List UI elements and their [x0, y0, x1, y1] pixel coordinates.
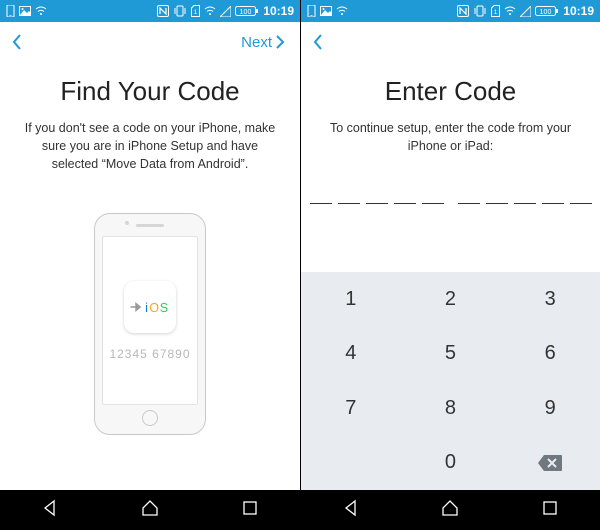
key-9[interactable]: 9: [500, 381, 600, 436]
key-6[interactable]: 6: [500, 327, 600, 382]
chevron-left-icon: [311, 33, 325, 51]
svg-text:1: 1: [494, 10, 498, 16]
app-header: [301, 22, 600, 62]
phone-home-button: [142, 410, 158, 426]
ios-badge: i O S: [124, 281, 176, 333]
nav-recent-button[interactable]: [241, 499, 259, 522]
page-title: Enter Code: [385, 76, 517, 107]
nav-recent-button[interactable]: [541, 499, 559, 522]
wifi-icon: [504, 6, 516, 16]
status-time: 10:19: [263, 4, 294, 18]
app-header: Next: [0, 22, 300, 62]
nfc-icon: [157, 5, 169, 17]
sim-icon: 1: [491, 5, 500, 17]
wifi-icon: [204, 6, 216, 16]
vibrate-icon: [473, 5, 487, 17]
phone-screen: i O S 12345 67890: [102, 236, 198, 405]
sim-icon: 1: [191, 5, 200, 17]
nav-back-button[interactable]: [41, 499, 59, 522]
backspace-icon: [537, 454, 563, 472]
code-digit: [338, 203, 360, 204]
key-empty: [301, 436, 401, 491]
phone-illustration: i O S 12345 67890: [94, 213, 206, 435]
back-button[interactable]: [311, 33, 325, 51]
home-outline-icon: [141, 499, 159, 517]
key-3[interactable]: 3: [500, 272, 600, 327]
code-digit: [514, 203, 536, 204]
key-8[interactable]: 8: [401, 381, 501, 436]
triangle-back-icon: [41, 499, 59, 517]
svg-text:O: O: [149, 301, 159, 315]
page-title: Find Your Code: [60, 76, 239, 107]
status-bar: 1 100 10:19: [0, 0, 300, 22]
example-code: 12345 67890: [109, 347, 190, 361]
key-1[interactable]: 1: [301, 272, 401, 327]
chevron-left-icon: [10, 33, 24, 51]
svg-text:1: 1: [194, 10, 198, 16]
content-area: Enter Code To continue setup, enter the …: [301, 62, 600, 272]
key-2[interactable]: 2: [401, 272, 501, 327]
square-recent-icon: [541, 499, 559, 517]
next-label: Next: [241, 34, 272, 51]
android-nav-bar: [0, 490, 300, 530]
move-to-ios-icon: i O S: [129, 293, 171, 321]
code-digit: [394, 203, 416, 204]
nav-home-button[interactable]: [441, 499, 459, 522]
key-backspace[interactable]: [500, 436, 600, 491]
vibrate-icon: [173, 5, 187, 17]
svg-text:S: S: [160, 301, 168, 315]
home-outline-icon: [441, 499, 459, 517]
signal-icon: [520, 6, 531, 17]
key-7[interactable]: 7: [301, 381, 401, 436]
code-digit: [422, 203, 444, 204]
next-button[interactable]: Next: [241, 34, 286, 51]
svg-text:i: i: [145, 301, 148, 315]
status-time: 10:19: [563, 4, 594, 18]
triangle-back-icon: [342, 499, 360, 517]
key-0[interactable]: 0: [401, 436, 501, 491]
wifi-alt-icon: [336, 6, 348, 16]
code-digit: [366, 203, 388, 204]
svg-text:100: 100: [240, 9, 252, 16]
device-icon: [6, 5, 15, 17]
panel-find-code: 1 100 10:19 Next Find Your Code If you d…: [0, 0, 300, 530]
nav-home-button[interactable]: [141, 499, 159, 522]
code-digit: [458, 203, 480, 204]
battery-icon: 100: [235, 5, 259, 17]
svg-text:100: 100: [540, 9, 552, 16]
key-4[interactable]: 4: [301, 327, 401, 382]
status-bar: 1 100 10:19: [301, 0, 600, 22]
page-description: To continue setup, enter the code from y…: [325, 119, 576, 155]
battery-icon: 100: [535, 5, 559, 17]
numeric-keypad: 1 2 3 4 5 6 7 8 9 0: [301, 272, 600, 490]
chevron-right-icon: [274, 34, 286, 50]
content-area: Find Your Code If you don't see a code o…: [0, 62, 300, 490]
picture-icon: [320, 6, 332, 16]
picture-icon: [19, 6, 31, 16]
signal-icon: [220, 6, 231, 17]
square-recent-icon: [241, 499, 259, 517]
nav-back-button[interactable]: [342, 499, 360, 522]
code-input[interactable]: [310, 203, 592, 204]
code-digit: [570, 203, 592, 204]
nfc-icon: [457, 5, 469, 17]
page-description: If you don't see a code on your iPhone, …: [24, 119, 276, 173]
code-digit: [310, 203, 332, 204]
panel-enter-code: 1 100 10:19 Enter Code To continue setup…: [300, 0, 600, 530]
wifi-alt-icon: [35, 6, 47, 16]
code-digit: [486, 203, 508, 204]
back-button[interactable]: [10, 33, 24, 51]
device-icon: [307, 5, 316, 17]
key-5[interactable]: 5: [401, 327, 501, 382]
code-digit: [542, 203, 564, 204]
android-nav-bar: [301, 490, 600, 530]
